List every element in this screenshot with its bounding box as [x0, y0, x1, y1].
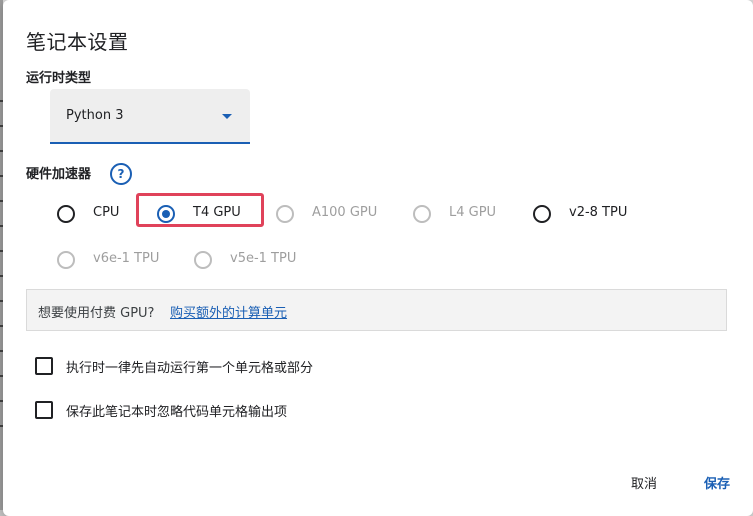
buy-compute-units-link[interactable]: 购买额外的计算单元 — [170, 302, 287, 321]
help-icon[interactable]: ? — [110, 163, 132, 185]
runtime-type-value: Python 3 — [66, 108, 124, 123]
radio-label: A100 GPU — [312, 205, 378, 220]
dialog-title: 笔记本设置 — [26, 30, 129, 54]
radio-circle-icon — [194, 251, 212, 269]
hardware-accelerator-label: 硬件加速器 — [26, 167, 92, 182]
radio-label: v6e-1 TPU — [93, 251, 160, 266]
checkbox-label: 执行时一律先自动运行第一个单元格或部分 — [66, 361, 314, 376]
dropdown-arrow-icon — [222, 114, 232, 119]
radio-circle-icon — [413, 205, 431, 223]
radio-circle-icon — [533, 205, 551, 223]
checkbox-label: 保存此笔记本时忽略代码单元格输出项 — [66, 405, 288, 420]
radio-circle-icon — [276, 205, 294, 223]
radio-label: L4 GPU — [449, 205, 497, 220]
cancel-button[interactable]: 取消 — [625, 472, 663, 493]
radio-label: v2-8 TPU — [569, 205, 628, 220]
runtime-type-select[interactable]: Python 3 — [50, 89, 250, 144]
runtime-type-label: 运行时类型 — [26, 71, 92, 86]
radio-label: T4 GPU — [193, 205, 241, 220]
checkbox-icon — [35, 401, 53, 419]
notebook-settings-dialog: 笔记本设置 运行时类型 Python 3 硬件加速器 ? CPU T4 GPU … — [3, 0, 753, 516]
radio-circle-icon — [57, 251, 75, 269]
radio-label: v5e-1 TPU — [230, 251, 297, 266]
save-button[interactable]: 保存 — [698, 472, 736, 493]
paid-gpu-info-box: 想要使用付费 GPU? 购买额外的计算单元 — [26, 289, 727, 331]
radio-selected-icon — [157, 205, 175, 223]
radio-label: CPU — [93, 205, 120, 220]
checkbox-icon — [35, 357, 53, 375]
radio-circle-icon — [57, 205, 75, 223]
paid-gpu-question: 想要使用付费 GPU? — [38, 306, 155, 321]
